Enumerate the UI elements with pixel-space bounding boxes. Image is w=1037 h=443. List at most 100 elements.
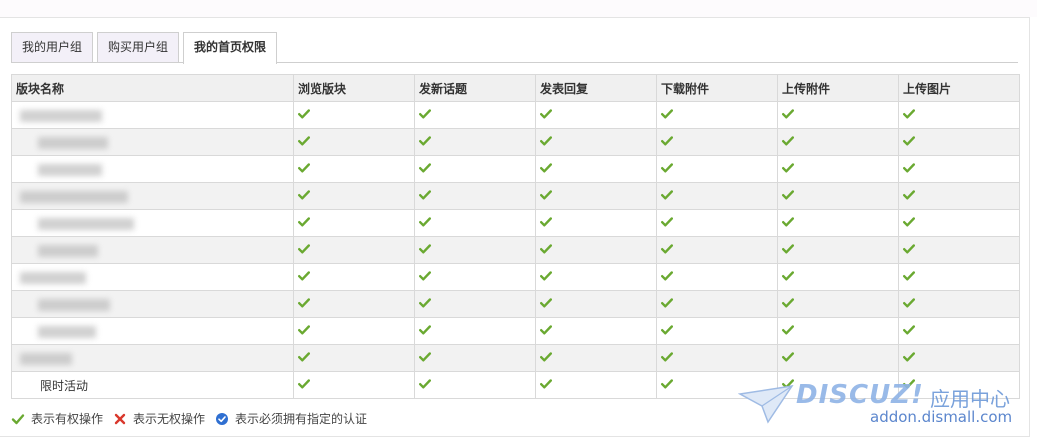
check-icon — [419, 190, 431, 200]
check-icon — [540, 298, 552, 308]
permission-cell — [293, 344, 415, 372]
check-icon — [903, 217, 915, 227]
permission-cell — [656, 209, 778, 237]
permission-cell — [656, 317, 778, 345]
check-icon — [782, 325, 794, 335]
forum-name-cell — [11, 182, 294, 210]
check-icon — [540, 244, 552, 254]
check-icon — [661, 190, 673, 200]
table-row — [11, 344, 1020, 372]
check-icon — [298, 163, 310, 173]
permission-cell — [898, 128, 1020, 156]
legend-verify-label: 表示必须拥有指定的认证 — [235, 412, 368, 426]
check-icon — [540, 163, 552, 173]
forum-name-cell — [11, 101, 294, 129]
table-row — [11, 155, 1020, 183]
forum-name[interactable]: 限时活动 — [16, 379, 88, 393]
check-icon — [782, 136, 794, 146]
forum-name-cell — [11, 128, 294, 156]
check-icon — [419, 217, 431, 227]
permission-cell — [777, 317, 899, 345]
permission-cell — [414, 101, 536, 129]
check-icon — [11, 412, 25, 426]
legend-allowed-label: 表示有权操作 — [31, 412, 104, 426]
permission-cell — [414, 182, 536, 210]
check-icon — [661, 379, 673, 389]
check-icon — [903, 325, 915, 335]
check-icon — [298, 271, 310, 281]
redacted-forum-name — [20, 352, 72, 365]
redacted-forum-name — [20, 190, 128, 203]
tab-divider — [11, 62, 1018, 63]
table-row — [11, 263, 1020, 291]
permission-cell — [535, 317, 657, 345]
check-icon — [661, 163, 673, 173]
check-icon — [298, 217, 310, 227]
check-icon — [298, 244, 310, 254]
permission-cell — [293, 290, 415, 318]
permission-cell — [535, 209, 657, 237]
redacted-forum-name — [38, 136, 108, 149]
permission-cell — [414, 290, 536, 318]
check-icon — [419, 163, 431, 173]
redacted-forum-name — [38, 325, 96, 338]
check-icon — [298, 325, 310, 335]
permission-cell — [293, 371, 415, 399]
redacted-forum-name — [38, 217, 134, 230]
permission-table: 版块名称 浏览版块 发新话题 发表回复 下载附件 上传附件 上传图片 限时活动 — [11, 74, 1020, 399]
check-icon — [782, 109, 794, 119]
tab-home-permissions[interactable]: 我的首页权限 — [183, 32, 278, 64]
permission-cell — [535, 182, 657, 210]
check-icon — [298, 136, 310, 146]
forum-name-cell — [11, 317, 294, 345]
permission-cell — [293, 236, 415, 264]
check-icon — [661, 271, 673, 281]
col-header-reply: 发表回复 — [535, 74, 657, 102]
table-row — [11, 317, 1020, 345]
permission-cell — [777, 344, 899, 372]
permission-cell — [898, 317, 1020, 345]
col-header-forum-name: 版块名称 — [11, 74, 294, 102]
check-icon — [903, 190, 915, 200]
permission-cell — [535, 290, 657, 318]
permission-cell — [656, 128, 778, 156]
forum-name-cell: 限时活动 — [11, 371, 294, 399]
tab-bar: 我的用户组 购买用户组 我的首页权限 — [11, 32, 281, 64]
permission-cell — [656, 236, 778, 264]
forum-name-cell — [11, 263, 294, 291]
check-icon — [419, 244, 431, 254]
permission-cell — [293, 128, 415, 156]
check-icon — [419, 136, 431, 146]
tab-my-usergroup[interactable]: 我的用户组 — [11, 32, 94, 63]
check-icon — [661, 217, 673, 227]
forum-name-cell — [11, 236, 294, 264]
check-icon — [540, 190, 552, 200]
redacted-forum-name — [20, 109, 102, 122]
check-icon — [540, 352, 552, 362]
cross-icon — [113, 412, 127, 426]
table-body: 限时活动 — [11, 101, 1020, 399]
check-icon — [419, 352, 431, 362]
permission-cell — [535, 155, 657, 183]
permission-cell — [414, 236, 536, 264]
tab-buy-usergroup[interactable]: 购买用户组 — [97, 32, 180, 63]
permission-cell — [898, 101, 1020, 129]
permission-cell — [656, 290, 778, 318]
permission-cell — [535, 128, 657, 156]
permission-cell — [656, 344, 778, 372]
permission-cell — [898, 236, 1020, 264]
check-icon — [298, 379, 310, 389]
permission-cell — [777, 236, 899, 264]
forum-name-cell — [11, 155, 294, 183]
permission-cell — [777, 182, 899, 210]
permission-cell — [777, 263, 899, 291]
redacted-forum-name — [38, 244, 98, 257]
watermark-url: addon.dismall.com — [870, 408, 1013, 426]
discuz-watermark: DISCUZ! 应用中心 addon.dismall.com — [737, 378, 1028, 430]
legend-denied: 表示无权操作 — [113, 410, 205, 427]
check-icon — [903, 136, 915, 146]
check-icon — [419, 325, 431, 335]
check-icon — [419, 109, 431, 119]
redacted-forum-name — [38, 163, 102, 176]
check-icon — [782, 217, 794, 227]
